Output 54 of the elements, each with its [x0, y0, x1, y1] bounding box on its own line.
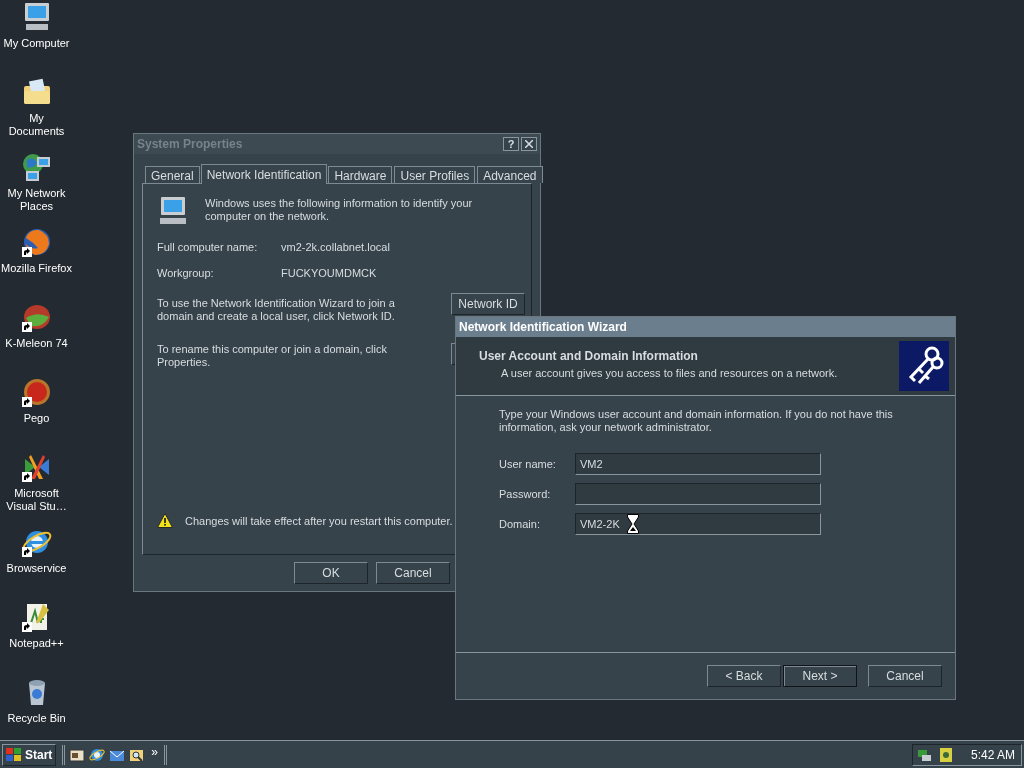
back-button[interactable]: < Back	[707, 665, 781, 687]
help-button[interactable]: ?	[503, 137, 519, 151]
warning-icon	[157, 513, 173, 529]
monitor-tray-icon[interactable]	[939, 746, 953, 763]
next-button[interactable]: Next >	[783, 665, 857, 687]
tab[interactable]: Advanced	[477, 166, 543, 183]
warning-text: Changes will take effect after you restart this computer.	[185, 513, 453, 529]
cancel-button[interactable]: Cancel	[868, 665, 942, 687]
intro-text: Windows uses the following information to identify your computer on the network.	[205, 196, 474, 224]
field-label: Full computer name:	[157, 240, 259, 255]
field-label: Password:	[499, 486, 552, 502]
desktop-icon-label[interactable]: Microsoft Visual Stu…	[0, 487, 73, 513]
network-id-text: To use the Network Identification Wizard to join a domain and create a local user, click Network ID.	[157, 297, 396, 323]
desktop-icon-label[interactable]: Notepad++	[0, 637, 73, 650]
window-title: Network Identification Wizard	[459, 319, 627, 336]
input-field[interactable]	[575, 483, 821, 505]
network-id-button[interactable]: Network ID	[451, 293, 525, 315]
input-field[interactable]: VM2	[575, 453, 821, 475]
clock: 5:42 AM	[969, 746, 1016, 764]
windows-logo-icon	[6, 747, 22, 762]
tab[interactable]: Network Identification	[200, 164, 328, 184]
close-button[interactable]	[521, 137, 537, 151]
desktop-icon-label[interactable]: Recycle Bin	[0, 712, 73, 725]
field-value: FUCKYOUMDMCK	[281, 265, 377, 281]
field-value: vm2-2k.collabnet.local	[281, 240, 390, 255]
desktop-icon-label[interactable]: My Computer	[0, 37, 73, 50]
desktop-icon[interactable]	[69, 746, 86, 763]
tab[interactable]: User Profiles	[394, 166, 476, 183]
window-title: System Properties	[137, 136, 243, 153]
tab[interactable]: General	[145, 166, 200, 183]
desktop-icon-label[interactable]: K-Meleon 74	[0, 337, 73, 350]
hourglass-cursor-icon	[627, 514, 639, 534]
desktop-icon-label[interactable]: My Network Places	[0, 187, 73, 213]
browser-icon[interactable]	[89, 746, 106, 763]
input-field[interactable]: VM2-2K	[575, 513, 821, 535]
ok-button[interactable]: OK	[294, 562, 368, 584]
field-label: Domain:	[499, 516, 541, 532]
desktop-icon-label[interactable]: Pego	[0, 412, 73, 425]
instructions-text: Type your Windows user account and domain information. If you do not have this information, ask your network administrator.	[499, 408, 894, 434]
field-label: User name:	[499, 456, 557, 472]
wizard-heading: User Account and Domain Information	[479, 348, 699, 365]
keys-icon	[899, 341, 949, 391]
start-button[interactable]: Start	[2, 743, 57, 766]
rename-text: To rename this computer or join a domain, click Properties.	[157, 343, 388, 369]
tab[interactable]: Hardware	[328, 166, 393, 183]
desktop-icon-label[interactable]: Browservice	[0, 562, 73, 575]
computer-icon	[157, 195, 189, 227]
desktop-icon-label[interactable]: My Documents	[0, 112, 73, 138]
close-icon	[525, 140, 533, 148]
wizard-subheading: A user account gives you access to files and resources on a network.	[500, 366, 838, 381]
field-label: Workgroup:	[157, 265, 215, 281]
chevron-button[interactable]: »	[149, 742, 161, 761]
desktop-icon-label[interactable]: Mozilla Firefox	[0, 262, 73, 275]
cancel-button[interactable]: Cancel	[376, 562, 450, 584]
